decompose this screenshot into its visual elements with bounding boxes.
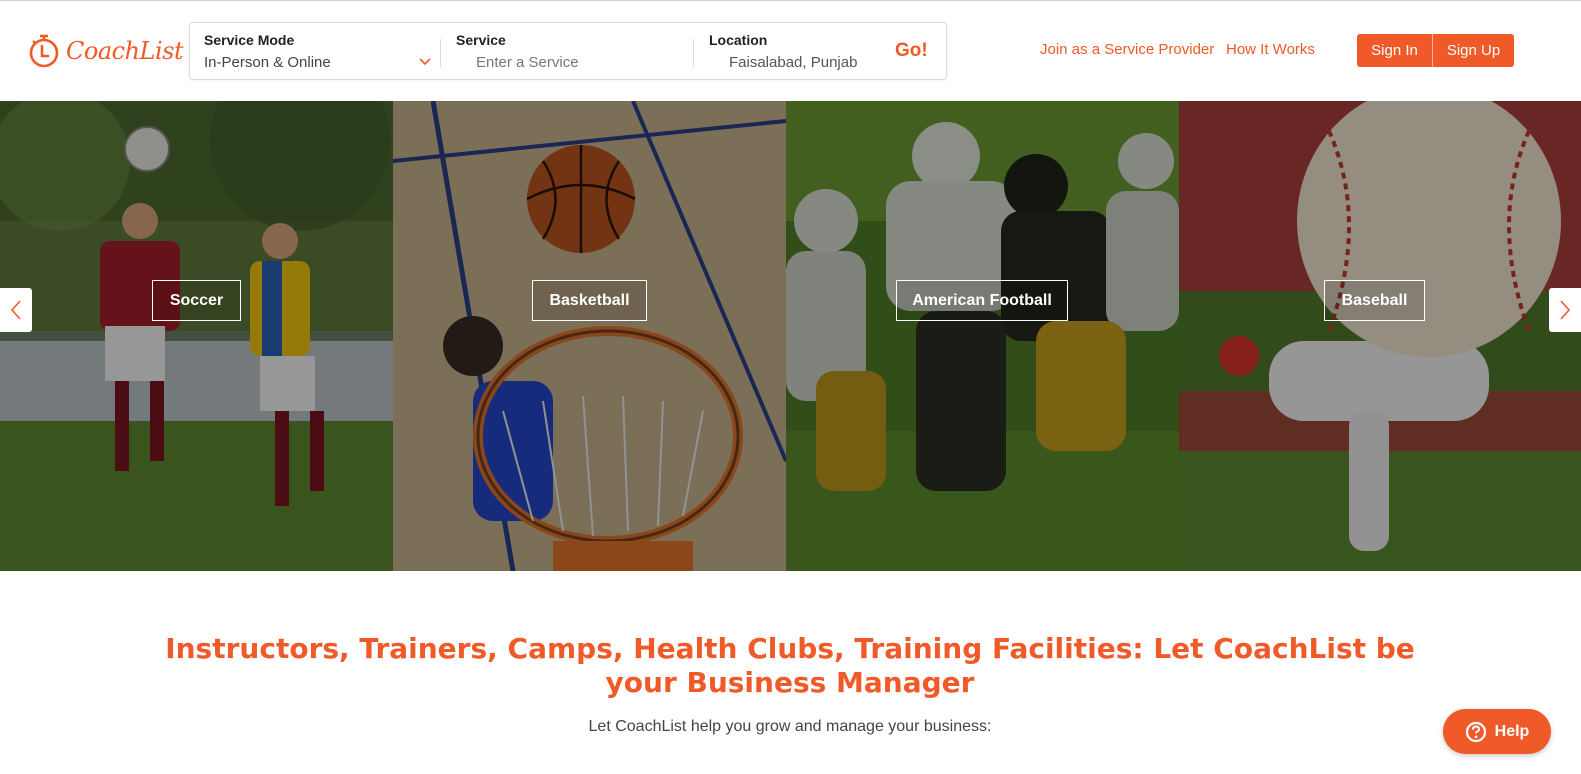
tile-overlay xyxy=(393,101,786,571)
search-divider xyxy=(440,39,441,67)
stopwatch-logo-icon xyxy=(29,34,59,68)
carousel-prev-button[interactable] xyxy=(0,288,32,332)
chevron-left-icon xyxy=(10,300,21,320)
chevron-down-icon xyxy=(419,58,431,66)
tile-label-baseball[interactable]: Baseball xyxy=(1324,280,1425,321)
carousel-next-button[interactable] xyxy=(1549,288,1581,332)
carousel-tile-baseball[interactable]: Baseball xyxy=(1179,101,1581,571)
chevron-right-icon xyxy=(1560,300,1571,320)
logo[interactable]: CoachList xyxy=(28,31,184,71)
site-header: CoachList Service Mode In-Person & Onlin… xyxy=(0,1,1581,101)
service-mode-select[interactable]: Service Mode In-Person & Online xyxy=(204,23,434,79)
tile-label-american-football[interactable]: American Football xyxy=(896,280,1068,321)
help-label: Help xyxy=(1494,722,1530,740)
carousel-tile-soccer[interactable]: Soccer xyxy=(0,101,393,571)
service-field[interactable]: Service Enter a Service xyxy=(456,23,686,79)
go-button[interactable]: Go! xyxy=(895,40,928,62)
location-label: Location xyxy=(709,32,768,48)
carousel-tile-american-football[interactable]: American Football xyxy=(786,101,1179,571)
search-bar: Service Mode In-Person & Online Service … xyxy=(189,22,947,80)
service-input[interactable]: Enter a Service xyxy=(476,54,579,71)
service-label: Service xyxy=(456,32,506,48)
auth-buttons: Sign In Sign Up xyxy=(1357,34,1514,67)
sign-in-button[interactable]: Sign In xyxy=(1357,34,1432,67)
tile-label-soccer[interactable]: Soccer xyxy=(152,280,241,321)
tile-overlay xyxy=(786,101,1179,571)
how-it-works-link[interactable]: How It Works xyxy=(1226,41,1315,58)
location-input[interactable]: Faisalabad, Punjab xyxy=(729,54,857,71)
sign-up-button[interactable]: Sign Up xyxy=(1432,34,1514,67)
join-provider-link[interactable]: Join as a Service Provider xyxy=(1040,41,1214,58)
carousel-tile-basketball[interactable]: Basketball xyxy=(393,101,786,571)
question-circle-icon xyxy=(1465,721,1486,742)
service-mode-value: In-Person & Online xyxy=(204,54,331,71)
tile-overlay xyxy=(1179,101,1581,571)
tile-overlay xyxy=(0,101,393,571)
business-subline: Let CoachList help you grow and manage y… xyxy=(588,718,992,735)
business-headline: Instructors, Trainers, Camps, Health Clu… xyxy=(165,632,1415,699)
sports-carousel: Soccer Basketball American Football Base… xyxy=(0,101,1581,571)
location-field[interactable]: Location Faisalabad, Punjab xyxy=(709,23,879,79)
service-mode-label: Service Mode xyxy=(204,32,295,48)
help-button[interactable]: Help xyxy=(1443,709,1551,754)
search-divider xyxy=(693,39,694,67)
logo-wordmark: CoachList xyxy=(66,37,184,65)
tile-label-basketball[interactable]: Basketball xyxy=(532,280,647,321)
